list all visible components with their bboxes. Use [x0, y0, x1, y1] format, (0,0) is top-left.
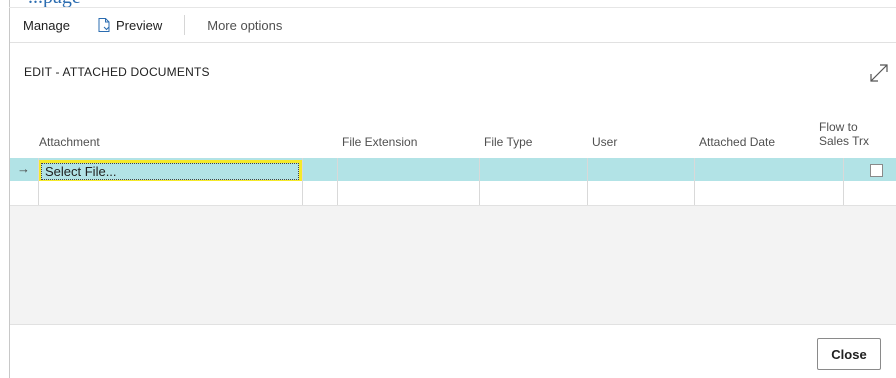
column-header-attachment[interactable]: Attachment	[39, 135, 100, 149]
column-divider	[479, 158, 480, 205]
table-row[interactable]: → Select File...	[10, 158, 896, 183]
document-icon	[98, 18, 110, 32]
toolbar-divider	[10, 42, 896, 43]
column-header-attached-date[interactable]: Attached Date	[699, 135, 775, 149]
preview-label: Preview	[115, 17, 163, 33]
grid-empty-area	[10, 206, 896, 324]
column-header-file-type[interactable]: File Type	[484, 135, 532, 149]
table-header: Attachment File Extension File Type User…	[10, 118, 896, 158]
column-divider	[38, 158, 39, 205]
left-edge	[0, 0, 8, 378]
flow-to-sales-trx-checkbox[interactable]	[870, 164, 883, 177]
attachment-cell-input[interactable]: Select File...	[38, 160, 302, 183]
footer-divider	[10, 324, 896, 325]
manage-label: Manage	[23, 17, 70, 33]
manage-menu[interactable]: Manage	[23, 18, 70, 33]
expand-icon[interactable]	[868, 62, 890, 84]
preview-button[interactable]: Preview	[98, 18, 162, 33]
column-divider	[694, 158, 695, 205]
action-bar: Manage Preview More options	[10, 8, 896, 42]
column-divider	[587, 158, 588, 205]
more-options-button[interactable]: More options	[207, 18, 282, 33]
column-header-file-extension[interactable]: File Extension	[342, 135, 417, 149]
attachments-grid: → Select File...	[10, 158, 896, 206]
column-divider	[302, 158, 303, 205]
more-options-label: More options	[207, 17, 283, 33]
close-label: Close	[831, 346, 867, 362]
attachment-value: Select File...	[45, 164, 117, 179]
toolbar-separator	[184, 15, 186, 35]
table-row[interactable]	[10, 181, 896, 206]
close-button[interactable]: Close	[817, 338, 881, 370]
column-header-user[interactable]: User	[592, 135, 617, 149]
page-title: EDIT - ATTACHED DOCUMENTS	[24, 65, 210, 79]
column-header-flow-to-sales-trx[interactable]: Flow to Sales Trx	[819, 120, 869, 148]
column-divider	[843, 158, 844, 205]
arrow-right-icon: →	[17, 161, 30, 176]
column-divider	[337, 158, 338, 205]
